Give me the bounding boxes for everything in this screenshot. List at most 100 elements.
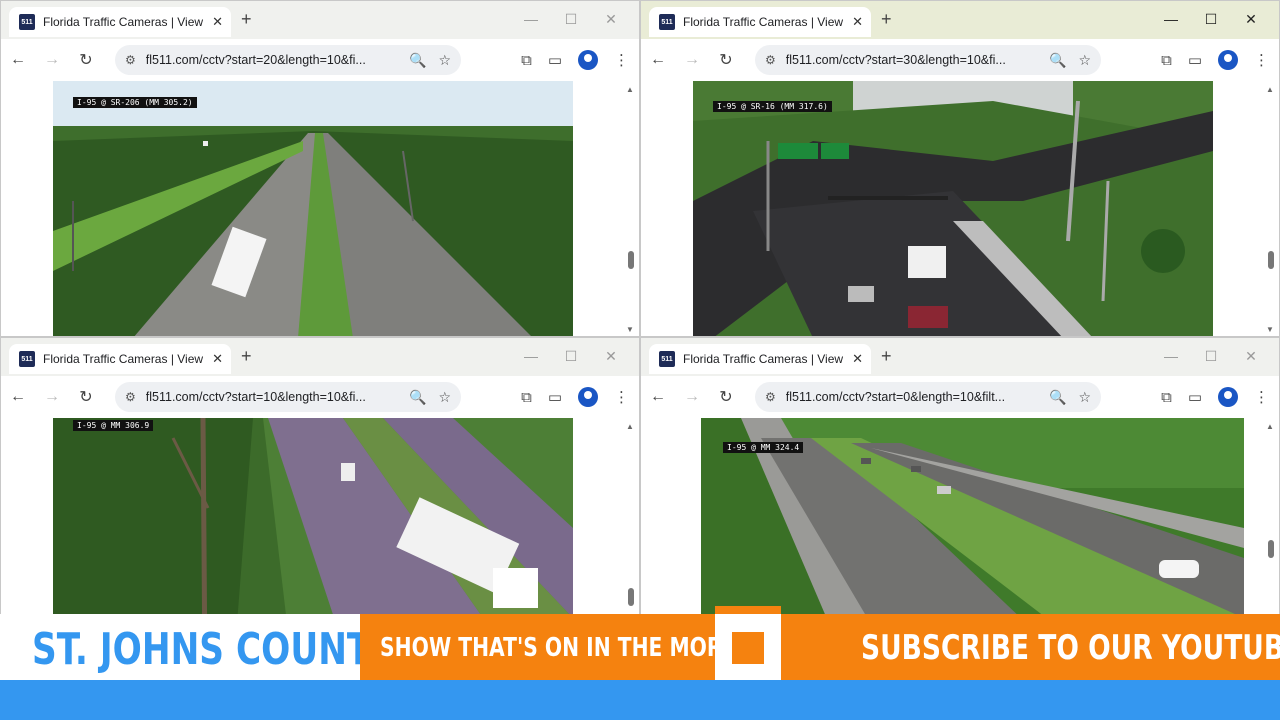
url-text[interactable]: fl511.com/cctv?start=30&length=10&fi... <box>786 53 1037 67</box>
scrollbar-thumb[interactable] <box>1268 540 1274 558</box>
camera-image[interactable]: I-95 @ SR-206 (MM 305.2) <box>53 81 573 336</box>
tab-strip: 511 Florida Traffic Cameras | View Li ✕ … <box>1 338 639 376</box>
url-text[interactable]: fl511.com/cctv?start=20&length=10&fi... <box>146 53 397 67</box>
scrollbar-thumb[interactable] <box>628 251 634 269</box>
toolbar-actions: ⧉ ▭ ⋮ <box>521 376 629 418</box>
scroll-down-icon[interactable]: ▼ <box>1266 325 1274 334</box>
bookmark-star-icon[interactable]: ☆ <box>438 389 451 406</box>
reload-icon[interactable]: ↻ <box>709 387 743 407</box>
camera-label: I-95 @ MM 324.4 <box>723 442 804 453</box>
new-tab-button[interactable]: + <box>881 346 892 367</box>
forward-icon[interactable]: → <box>35 388 69 406</box>
back-icon[interactable]: ← <box>1 388 35 406</box>
close-window-icon[interactable]: ✕ <box>591 7 631 31</box>
forward-icon[interactable]: → <box>675 51 709 69</box>
scrollbar[interactable]: ▲ ▼ <box>625 83 637 336</box>
new-tab-button[interactable]: + <box>241 346 252 367</box>
scroll-up-icon[interactable]: ▲ <box>626 422 634 431</box>
address-bar[interactable]: ⚙ fl511.com/cctv?start=10&length=10&fi..… <box>115 382 461 412</box>
browser-window-top-right: 511 Florida Traffic Cameras | View Li ✕ … <box>640 0 1280 337</box>
tab-close-icon[interactable]: ✕ <box>212 351 223 367</box>
tab-close-icon[interactable]: ✕ <box>852 14 863 30</box>
extensions-icon[interactable]: ⧉ <box>1161 389 1172 406</box>
minimize-icon[interactable]: — <box>511 344 551 368</box>
cast-icon[interactable]: ▭ <box>548 388 562 406</box>
browser-toolbar: ← → ↻ ⚙ fl511.com/cctv?start=0&length=10… <box>641 376 1279 418</box>
minimize-icon[interactable]: — <box>1151 7 1191 31</box>
site-info-icon[interactable]: ⚙ <box>125 390 136 404</box>
site-info-icon[interactable]: ⚙ <box>765 53 776 67</box>
minimize-icon[interactable]: — <box>1151 344 1191 368</box>
tab-close-icon[interactable]: ✕ <box>852 351 863 367</box>
close-window-icon[interactable]: ✕ <box>591 344 631 368</box>
maximize-icon[interactable]: ☐ <box>551 7 591 31</box>
close-window-icon[interactable]: ✕ <box>1231 344 1271 368</box>
back-icon[interactable]: ← <box>641 51 675 69</box>
cast-icon[interactable]: ▭ <box>1188 388 1202 406</box>
address-bar[interactable]: ⚙ fl511.com/cctv?start=0&length=10&filt.… <box>755 382 1101 412</box>
url-text[interactable]: fl511.com/cctv?start=10&length=10&fi... <box>146 390 397 404</box>
tab-title: Florida Traffic Cameras | View Li <box>683 15 847 29</box>
new-tab-button[interactable]: + <box>241 9 252 30</box>
maximize-icon[interactable]: ☐ <box>1191 7 1231 31</box>
address-bar[interactable]: ⚙ fl511.com/cctv?start=20&length=10&fi..… <box>115 45 461 75</box>
close-window-icon[interactable]: ✕ <box>1231 7 1271 31</box>
site-info-icon[interactable]: ⚙ <box>765 390 776 404</box>
menu-icon[interactable]: ⋮ <box>1254 51 1269 69</box>
back-icon[interactable]: ← <box>641 388 675 406</box>
scrollbar[interactable]: ▲ ▼ <box>1265 83 1277 336</box>
browser-tab[interactable]: 511 Florida Traffic Cameras | View Li ✕ <box>9 7 231 37</box>
bookmark-star-icon[interactable]: ☆ <box>1078 52 1091 69</box>
bookmark-star-icon[interactable]: ☆ <box>438 52 451 69</box>
browser-toolbar: ← → ↻ ⚙ fl511.com/cctv?start=30&length=1… <box>641 39 1279 81</box>
reload-icon[interactable]: ↻ <box>69 50 103 70</box>
maximize-icon[interactable]: ☐ <box>1191 344 1231 368</box>
cast-icon[interactable]: ▭ <box>548 51 562 69</box>
profile-avatar-icon[interactable] <box>1218 387 1238 407</box>
cast-icon[interactable]: ▭ <box>1188 51 1202 69</box>
url-text[interactable]: fl511.com/cctv?start=0&length=10&filt... <box>786 390 1037 404</box>
menu-icon[interactable]: ⋮ <box>614 51 629 69</box>
extensions-icon[interactable]: ⧉ <box>521 389 532 406</box>
toolbar-actions: ⧉ ▭ ⋮ <box>1161 376 1269 418</box>
profile-avatar-icon[interactable] <box>578 50 598 70</box>
zoom-icon[interactable]: 🔍 <box>1049 52 1066 69</box>
maximize-icon[interactable]: ☐ <box>551 344 591 368</box>
browser-tab[interactable]: 511 Florida Traffic Cameras | View Li ✕ <box>9 344 231 374</box>
forward-icon[interactable]: → <box>35 51 69 69</box>
browser-tab[interactable]: 511 Florida Traffic Cameras | View Li ✕ <box>649 7 871 37</box>
scroll-up-icon[interactable]: ▲ <box>1266 422 1274 431</box>
profile-avatar-icon[interactable] <box>578 387 598 407</box>
camera-image[interactable]: I-95 @ SR-16 (MM 317.6) <box>693 81 1213 336</box>
site-info-icon[interactable]: ⚙ <box>125 53 136 67</box>
tab-close-icon[interactable]: ✕ <box>212 14 223 30</box>
scroll-down-icon[interactable]: ▼ <box>626 325 634 334</box>
minimize-icon[interactable]: — <box>511 7 551 31</box>
new-tab-button[interactable]: + <box>881 9 892 30</box>
profile-avatar-icon[interactable] <box>1218 50 1238 70</box>
scroll-up-icon[interactable]: ▲ <box>1266 85 1274 94</box>
extensions-icon[interactable]: ⧉ <box>521 52 532 69</box>
bookmark-star-icon[interactable]: ☆ <box>1078 389 1091 406</box>
extensions-icon[interactable]: ⧉ <box>1161 52 1172 69</box>
zoom-icon[interactable]: 🔍 <box>409 52 426 69</box>
forward-icon[interactable]: → <box>675 388 709 406</box>
scroll-up-icon[interactable]: ▲ <box>626 85 634 94</box>
back-icon[interactable]: ← <box>1 51 35 69</box>
browser-toolbar: ← → ↻ ⚙ fl511.com/cctv?start=20&length=1… <box>1 39 639 81</box>
fl511-favicon-icon: 511 <box>659 14 675 30</box>
address-bar[interactable]: ⚙ fl511.com/cctv?start=30&length=10&fi..… <box>755 45 1101 75</box>
menu-icon[interactable]: ⋮ <box>614 388 629 406</box>
tab-strip: 511 Florida Traffic Cameras | View Li ✕ … <box>1 1 639 39</box>
menu-icon[interactable]: ⋮ <box>1254 388 1269 406</box>
browser-tab[interactable]: 511 Florida Traffic Cameras | View Li ✕ <box>649 344 871 374</box>
window-controls: — ☐ ✕ <box>511 344 631 368</box>
tab-strip: 511 Florida Traffic Cameras | View Li ✕ … <box>641 338 1279 376</box>
scrollbar-thumb[interactable] <box>1268 251 1274 269</box>
scrollbar-thumb[interactable] <box>628 588 634 606</box>
reload-icon[interactable]: ↻ <box>709 50 743 70</box>
zoom-icon[interactable]: 🔍 <box>409 389 426 406</box>
window-controls: — ☐ ✕ <box>1151 344 1271 368</box>
reload-icon[interactable]: ↻ <box>69 387 103 407</box>
zoom-icon[interactable]: 🔍 <box>1049 389 1066 406</box>
